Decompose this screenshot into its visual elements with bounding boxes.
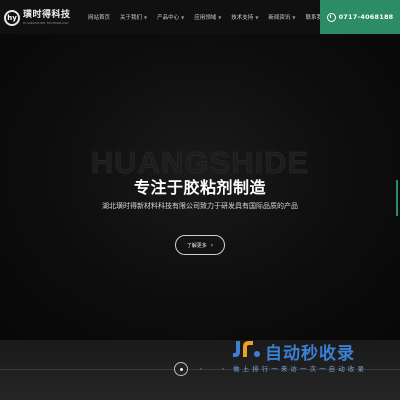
brand-name-cn: 璜时得科技	[23, 10, 71, 20]
timeline-tick[interactable]	[200, 368, 202, 370]
arrow-right-icon: ›	[210, 241, 214, 249]
nav-item-support[interactable]: 技术支持 ▼	[231, 13, 259, 22]
watermark-logo-icon	[233, 341, 260, 357]
timeline-active-dot[interactable]	[174, 362, 188, 376]
nav-label: 新闻资讯	[268, 15, 291, 21]
phone-hotline[interactable]: 0717-4068188	[320, 0, 400, 34]
logo-text: 璜时得科技 HUANGSHIDE TECHNOLOGY	[23, 11, 71, 25]
nav-label: 产品中心	[157, 15, 180, 21]
watermark: 自动秒收录 做 上 排 行 一 来 访 一 次 一 自 动 收 录	[229, 335, 389, 375]
nav-label: 技术支持	[231, 15, 254, 21]
nav-label: 关于我们	[120, 15, 143, 21]
watermark-title: 自动秒收录	[265, 344, 355, 364]
nav-label: 网站首页	[88, 15, 111, 21]
logo-mark-icon: hy	[4, 10, 20, 26]
clock-phone-icon	[326, 12, 336, 22]
learn-more-label: 了解更多	[186, 242, 207, 249]
learn-more-button[interactable]: 了解更多 ›	[175, 235, 225, 255]
timeline-tick[interactable]	[222, 368, 224, 370]
nav-item-news[interactable]: 新闻资讯 ▼	[268, 13, 296, 22]
phone-number: 0717-4068188	[338, 13, 394, 21]
site-header: hy 璜时得科技 HUANGSHIDE TECHNOLOGY 网站首页 关于我们…	[0, 0, 400, 34]
nav-item-about[interactable]: 关于我们 ▼	[120, 13, 148, 22]
hero-subline: 湖北璜时得新材料科技有限公司致力于研发具有国际品质的产品	[102, 202, 298, 210]
chevron-down-icon: ▼	[255, 14, 259, 20]
chevron-down-icon: ▼	[144, 14, 148, 20]
nav-label: 应用领域	[194, 15, 217, 21]
main-nav: 网站首页 关于我们 ▼ 产品中心 ▼ 应用领域 ▼ 技术支持 ▼ 新闻资讯 ▼ …	[88, 0, 343, 34]
chevron-down-icon: ▼	[218, 14, 222, 20]
nav-item-products[interactable]: 产品中心 ▼	[157, 13, 185, 22]
brand-name-en: HUANGSHIDE TECHNOLOGY	[23, 21, 70, 25]
nav-item-home[interactable]: 网站首页	[88, 13, 110, 21]
watermark-subtitle: 做 上 排 行 一 来 访 一 次 一 自 动 收 录	[233, 365, 365, 373]
hero-banner: HUANGSHIDE 专注于胶粘剂制造 湖北璜时得新材料科技有限公司致力于研发具…	[0, 34, 400, 340]
chevron-down-icon: ▼	[292, 14, 296, 20]
chevron-down-icon: ▼	[181, 14, 185, 20]
slide-indicator[interactable]	[396, 180, 398, 216]
hero-headline: 专注于胶粘剂制造	[133, 178, 266, 197]
nav-item-applications[interactable]: 应用领域 ▼	[194, 13, 222, 22]
brand-logo[interactable]: hy 璜时得科技 HUANGSHIDE TECHNOLOGY	[4, 6, 84, 30]
